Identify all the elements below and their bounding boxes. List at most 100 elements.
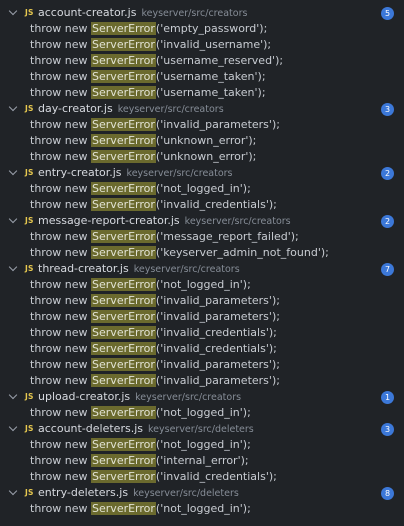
match-line[interactable]: throw new ServerError('unknown_error'); xyxy=(0,133,404,149)
match-line[interactable]: throw new ServerError('keyserver_admin_n… xyxy=(0,245,404,261)
match-line[interactable]: throw new ServerError('username_taken'); xyxy=(0,69,404,85)
match-highlight: ServerError xyxy=(91,198,156,211)
match-highlight: ServerError xyxy=(91,406,156,419)
match-line[interactable]: throw new ServerError('not_logged_in'); xyxy=(0,405,404,421)
match-prefix: throw new xyxy=(30,358,88,371)
match-rest: ('unknown_error'); xyxy=(155,150,257,163)
match-line[interactable]: throw new ServerError('not_logged_in'); xyxy=(0,437,404,453)
match-count-badge: 5 xyxy=(381,7,394,20)
chevron-down-icon[interactable] xyxy=(8,166,18,176)
match-count-badge: 2 xyxy=(381,215,394,228)
match-rest: ('message_report_failed'); xyxy=(155,230,299,243)
match-line[interactable]: throw new ServerError('invalid_parameter… xyxy=(0,117,404,133)
match-count-badge: 2 xyxy=(381,167,394,180)
match-highlight: ServerError xyxy=(91,118,156,131)
file-result-header[interactable]: JS entry-deleters.js keyserver/src/deleter… xyxy=(0,485,404,501)
match-highlight: ServerError xyxy=(91,438,156,451)
match-prefix: throw new xyxy=(30,502,88,515)
chevron-down-icon[interactable] xyxy=(8,102,18,112)
match-line[interactable]: throw new ServerError('not_logged_in'); xyxy=(0,501,404,517)
file-path-label: keyserver/src/creators xyxy=(141,8,248,19)
search-results-list: JS account-creator.js keyserver/src/creato… xyxy=(0,5,404,517)
match-highlight: ServerError xyxy=(91,54,156,67)
file-result-header[interactable]: JS entry-creator.js keyserver/src/creators… xyxy=(0,165,404,181)
file-name: account-deleters.js keyserver/src/deleter… xyxy=(38,421,254,438)
match-rest: ('not_logged_in'); xyxy=(155,502,251,515)
file-name: account-creator.js keyserver/src/creators xyxy=(38,5,247,22)
match-prefix: throw new xyxy=(30,470,88,483)
javascript-file-icon: JS xyxy=(25,264,34,273)
match-count-badge: 1 xyxy=(381,391,394,404)
chevron-down-icon[interactable] xyxy=(8,6,18,16)
match-rest: ('invalid_credentials'); xyxy=(155,326,277,339)
javascript-file-icon: JS xyxy=(25,104,34,113)
match-prefix: throw new xyxy=(30,182,88,195)
file-result-header[interactable]: JS day-creator.js keyserver/src/creators 3 xyxy=(0,101,404,117)
match-line[interactable]: throw new ServerError('unknown_error'); xyxy=(0,149,404,165)
match-highlight: ServerError xyxy=(91,134,156,147)
match-prefix: throw new xyxy=(30,86,88,99)
match-line[interactable]: throw new ServerError('username_reserved… xyxy=(0,53,404,69)
match-prefix: throw new xyxy=(30,374,88,387)
match-line[interactable]: throw new ServerError('invalid_credentia… xyxy=(0,197,404,213)
match-line[interactable]: throw new ServerError('empty_password'); xyxy=(0,21,404,37)
match-prefix: throw new xyxy=(30,118,88,131)
file-name: entry-creator.js keyserver/src/creators xyxy=(38,165,233,182)
match-line[interactable]: throw new ServerError('message_report_fa… xyxy=(0,229,404,245)
chevron-down-icon[interactable] xyxy=(8,486,18,496)
file-result-header[interactable]: JS message-report-creator.js keyserver/src… xyxy=(0,213,404,229)
match-line[interactable]: throw new ServerError('invalid_username'… xyxy=(0,37,404,53)
match-rest: ('invalid_credentials'); xyxy=(155,198,277,211)
match-rest: ('username_taken'); xyxy=(155,86,266,99)
file-name-label: message-report-creator.js xyxy=(38,214,180,227)
match-highlight: ServerError xyxy=(91,374,156,387)
file-result-header[interactable]: JS upload-creator.js keyserver/src/creator… xyxy=(0,389,404,405)
match-line[interactable]: throw new ServerError('invalid_credentia… xyxy=(0,469,404,485)
file-path-label: keyserver/src/deleters xyxy=(147,424,254,435)
match-line[interactable]: throw new ServerError('not_logged_in'); xyxy=(0,181,404,197)
match-line[interactable]: throw new ServerError('not_logged_in'); xyxy=(0,277,404,293)
file-result-group: JS day-creator.js keyserver/src/creators 3 t… xyxy=(0,101,404,165)
file-path-label: keyserver/src/creators xyxy=(117,104,224,115)
match-line[interactable]: throw new ServerError('invalid_parameter… xyxy=(0,293,404,309)
file-result-header[interactable]: JS account-deleters.js keyserver/src/delet… xyxy=(0,421,404,437)
match-highlight: ServerError xyxy=(91,230,156,243)
match-rest: ('invalid_username'); xyxy=(155,38,272,51)
match-highlight: ServerError xyxy=(91,246,156,259)
chevron-down-icon[interactable] xyxy=(8,390,18,400)
match-line[interactable]: throw new ServerError('invalid_parameter… xyxy=(0,309,404,325)
match-line[interactable]: throw new ServerError('username_taken'); xyxy=(0,85,404,101)
javascript-file-icon: JS xyxy=(25,216,34,225)
match-prefix: throw new xyxy=(30,310,88,323)
match-rest: ('empty_password'); xyxy=(155,22,268,35)
match-line[interactable]: throw new ServerError('invalid_credentia… xyxy=(0,325,404,341)
match-rest: ('unknown_error'); xyxy=(155,134,257,147)
match-prefix: throw new xyxy=(30,22,88,35)
match-highlight: ServerError xyxy=(91,182,156,195)
file-result-header[interactable]: JS thread-creator.js keyserver/src/creator… xyxy=(0,261,404,277)
match-rest: ('invalid_parameters'); xyxy=(155,310,280,323)
match-line[interactable]: throw new ServerError('invalid_credentia… xyxy=(0,341,404,357)
match-line[interactable]: throw new ServerError('invalid_parameter… xyxy=(0,373,404,389)
match-rest: ('not_logged_in'); xyxy=(155,406,251,419)
chevron-down-icon[interactable] xyxy=(8,262,18,272)
match-rest: ('keyserver_admin_not_found'); xyxy=(155,246,329,259)
file-path-label: keyserver/src/creators xyxy=(126,168,233,179)
file-name-label: account-deleters.js xyxy=(38,422,143,435)
file-name: thread-creator.js keyserver/src/creators xyxy=(38,261,240,278)
file-result-header[interactable]: JS account-creator.js keyserver/src/creato… xyxy=(0,5,404,21)
match-prefix: throw new xyxy=(30,406,88,419)
file-result-group: JS entry-deleters.js keyserver/src/deleter… xyxy=(0,485,404,517)
match-highlight: ServerError xyxy=(91,86,156,99)
match-highlight: ServerError xyxy=(91,326,156,339)
match-highlight: ServerError xyxy=(91,150,156,163)
file-result-group: JS entry-creator.js keyserver/src/creators… xyxy=(0,165,404,213)
javascript-file-icon: JS xyxy=(25,424,34,433)
match-line[interactable]: throw new ServerError('invalid_parameter… xyxy=(0,357,404,373)
match-highlight: ServerError xyxy=(91,454,156,467)
chevron-down-icon[interactable] xyxy=(8,214,18,224)
file-name-label: thread-creator.js xyxy=(38,262,129,275)
chevron-down-icon[interactable] xyxy=(8,422,18,432)
file-name: entry-deleters.js keyserver/src/deleters xyxy=(38,485,239,502)
match-line[interactable]: throw new ServerError('internal_error'); xyxy=(0,453,404,469)
